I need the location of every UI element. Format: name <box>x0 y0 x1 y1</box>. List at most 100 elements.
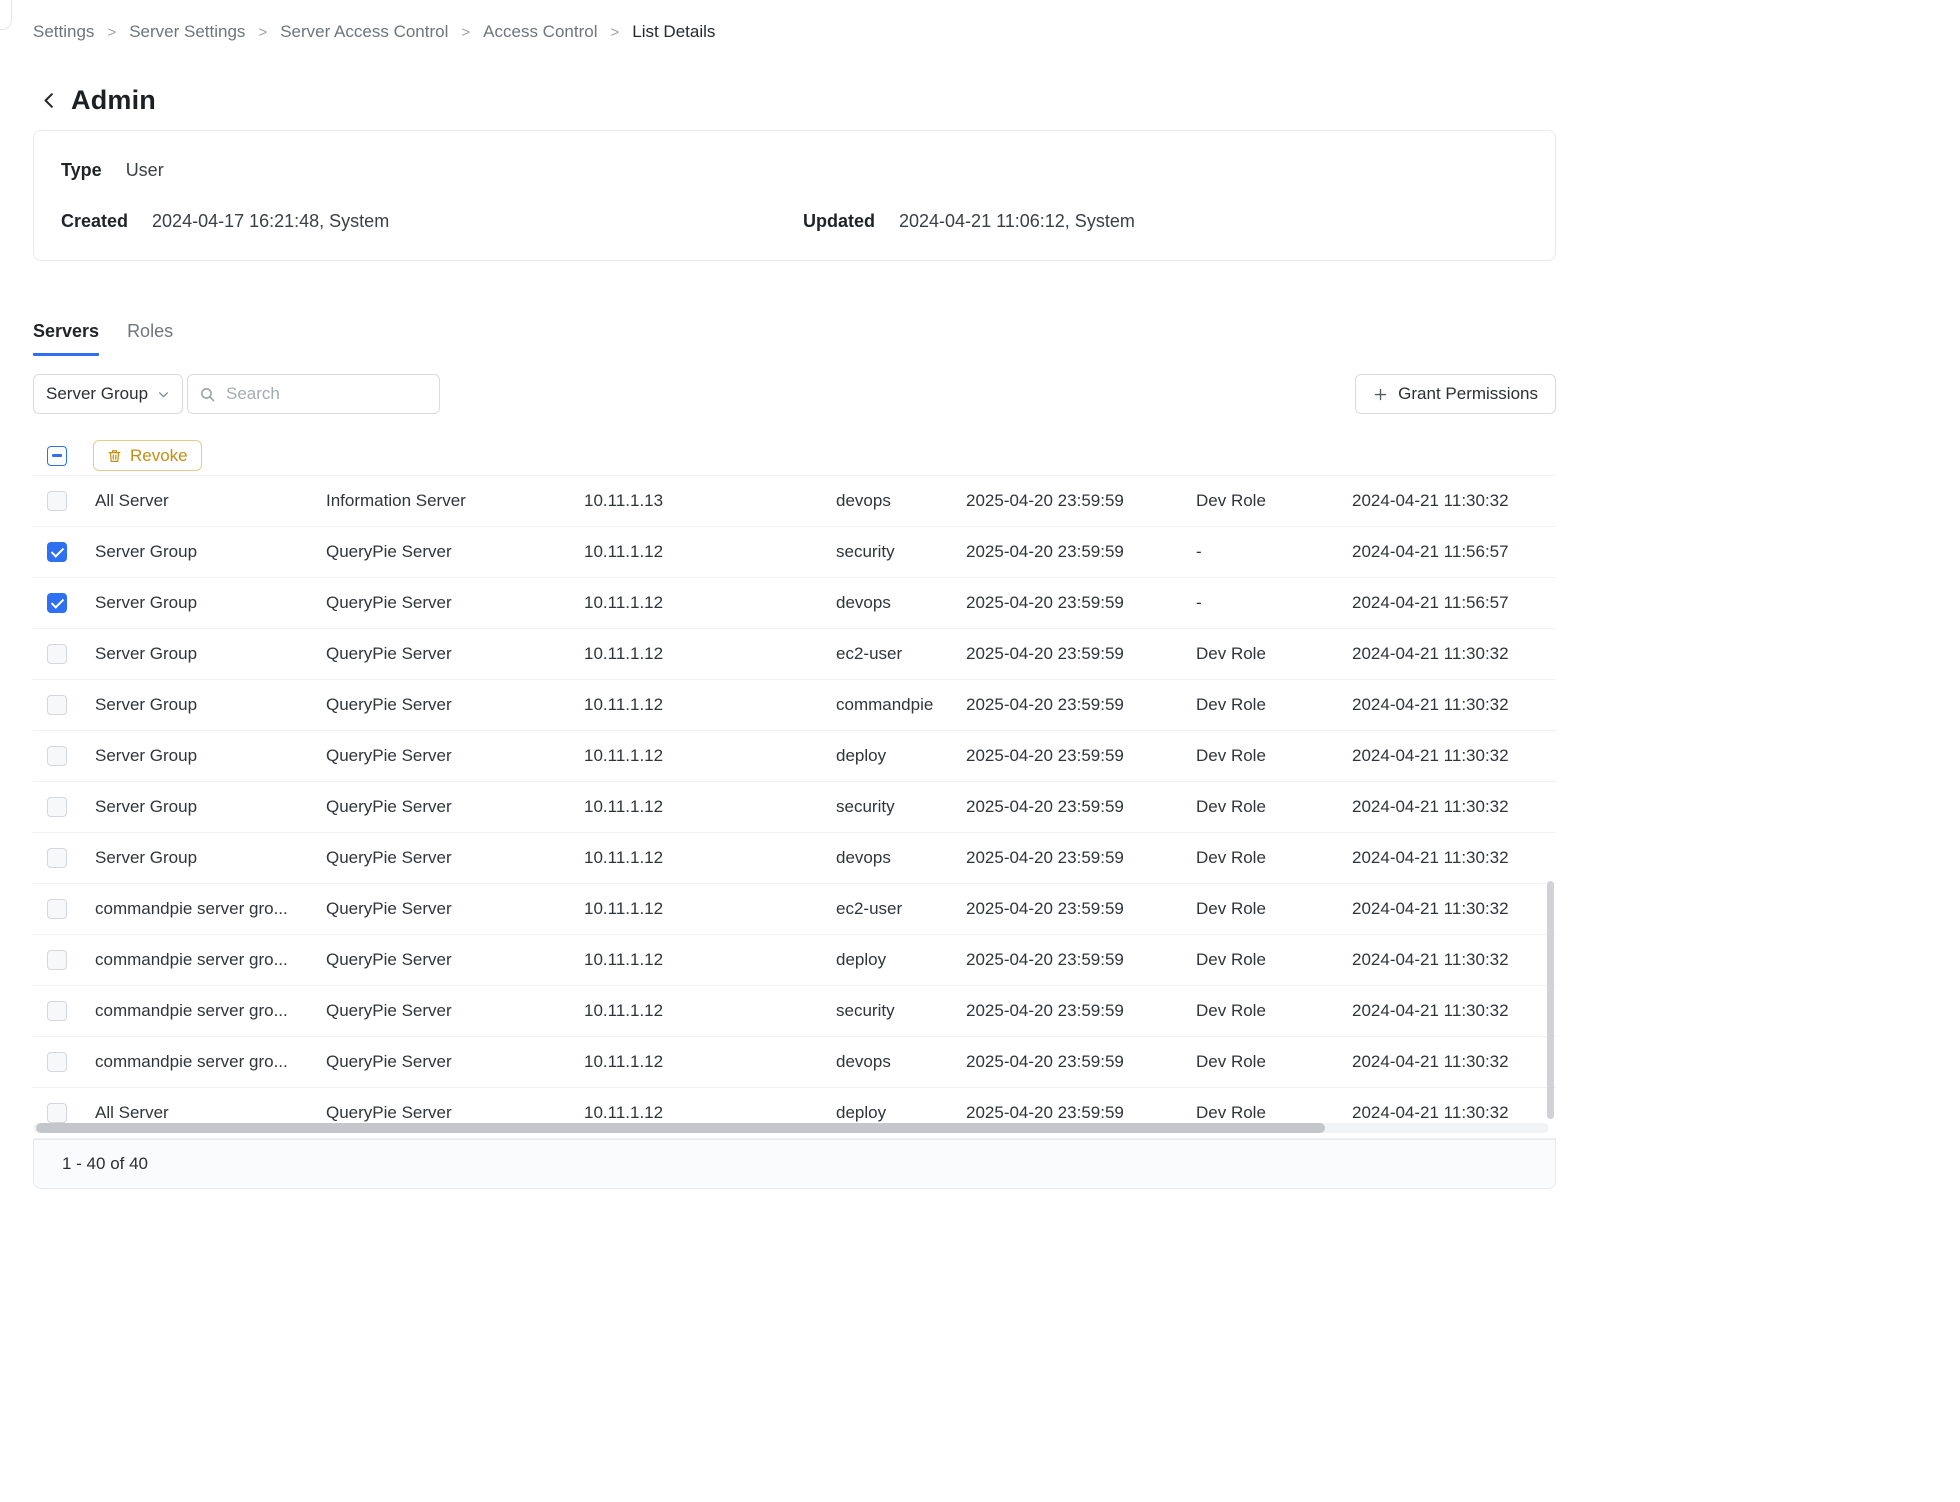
table-row: commandpie server gro... QueryPie Server… <box>33 986 1556 1037</box>
cell-server-group: commandpie server gro... <box>95 950 326 970</box>
cell-server-group: Server Group <box>95 695 326 715</box>
row-checkbox[interactable] <box>47 542 67 562</box>
row-checkbox[interactable] <box>47 1103 67 1123</box>
grant-permissions-button[interactable]: Grant Permissions <box>1355 374 1556 414</box>
cell-role: Dev Role <box>1196 746 1352 766</box>
cell-server-group: All Server <box>95 491 326 511</box>
table-row: commandpie server gro... QueryPie Server… <box>33 1037 1556 1088</box>
horizontal-scrollbar[interactable] <box>33 1123 1549 1133</box>
cell-role: Dev Role <box>1196 848 1352 868</box>
search-icon <box>199 386 216 403</box>
select-all-checkbox[interactable] <box>47 446 67 466</box>
breadcrumb-separator: > <box>107 24 116 41</box>
cell-account: devops <box>836 1052 966 1072</box>
content: Settings > Server Settings > Server Acce… <box>33 0 1556 1189</box>
cell-ip-address: 10.11.1.12 <box>584 1001 836 1021</box>
cell-granted-date: 2024-04-21 11:56:57 <box>1352 542 1556 562</box>
cell-server-group: Server Group <box>95 746 326 766</box>
table-row: Server Group QueryPie Server 10.11.1.12 … <box>33 833 1556 884</box>
updated-label: Updated <box>803 208 875 234</box>
cell-account: deploy <box>836 950 966 970</box>
breadcrumb-item-list-details: List Details <box>632 22 715 42</box>
breadcrumb-item-settings[interactable]: Settings <box>33 22 94 42</box>
cell-server-group: commandpie server gro... <box>95 1001 326 1021</box>
cell-expiry-date: 2025-04-20 23:59:59 <box>966 491 1196 511</box>
cell-expiry-date: 2025-04-20 23:59:59 <box>966 1103 1196 1123</box>
plus-icon <box>1373 387 1388 402</box>
cell-account: security <box>836 797 966 817</box>
cell-role: Dev Role <box>1196 695 1352 715</box>
row-checkbox[interactable] <box>47 899 67 919</box>
tabs: Servers Roles <box>33 321 1556 356</box>
cell-server-group: Server Group <box>95 848 326 868</box>
cell-server-name: QueryPie Server <box>326 746 584 766</box>
breadcrumb-item-server-settings[interactable]: Server Settings <box>129 22 245 42</box>
cell-server-group: Server Group <box>95 542 326 562</box>
row-checkbox[interactable] <box>47 695 67 715</box>
table-row: Server Group QueryPie Server 10.11.1.12 … <box>33 680 1556 731</box>
cell-role: - <box>1196 593 1352 613</box>
row-checkbox[interactable] <box>47 593 67 613</box>
row-checkbox[interactable] <box>47 1052 67 1072</box>
vertical-scrollbar[interactable] <box>1547 881 1554 1119</box>
cell-granted-date: 2024-04-21 11:56:57 <box>1352 593 1556 613</box>
cell-expiry-date: 2025-04-20 23:59:59 <box>966 746 1196 766</box>
cell-server-group: Server Group <box>95 797 326 817</box>
search-box[interactable] <box>187 374 440 414</box>
row-checkbox[interactable] <box>47 1001 67 1021</box>
revoke-button[interactable]: Revoke <box>93 440 202 471</box>
cell-ip-address: 10.11.1.12 <box>584 1052 836 1072</box>
row-checkbox[interactable] <box>47 950 67 970</box>
grant-permissions-label: Grant Permissions <box>1398 384 1538 404</box>
tab-servers[interactable]: Servers <box>33 321 99 356</box>
row-checkbox[interactable] <box>47 848 67 868</box>
cell-account: devops <box>836 848 966 868</box>
cell-role: - <box>1196 542 1352 562</box>
cell-ip-address: 10.11.1.13 <box>584 491 836 511</box>
breadcrumb-item-access-control[interactable]: Access Control <box>483 22 597 42</box>
title-row: Admin <box>33 80 1556 120</box>
cell-ip-address: 10.11.1.12 <box>584 746 836 766</box>
cell-account: ec2-user <box>836 899 966 919</box>
cell-ip-address: 10.11.1.12 <box>584 848 836 868</box>
cell-ip-address: 10.11.1.12 <box>584 1103 836 1123</box>
cell-account: devops <box>836 593 966 613</box>
search-input[interactable] <box>224 383 428 405</box>
cell-server-group: Server Group <box>95 593 326 613</box>
server-group-select-value: Server Group <box>46 384 148 404</box>
panel-corner-fragment <box>0 0 12 30</box>
cell-ip-address: 10.11.1.12 <box>584 644 836 664</box>
cell-server-name: QueryPie Server <box>326 593 584 613</box>
cell-expiry-date: 2025-04-20 23:59:59 <box>966 797 1196 817</box>
table-row: Server Group QueryPie Server 10.11.1.12 … <box>33 578 1556 629</box>
cell-expiry-date: 2025-04-20 23:59:59 <box>966 950 1196 970</box>
cell-ip-address: 10.11.1.12 <box>584 593 836 613</box>
created-value: 2024-04-17 16:21:48, System <box>152 208 389 234</box>
cell-server-group: Server Group <box>95 644 326 664</box>
cell-role: Dev Role <box>1196 1103 1352 1123</box>
cell-role: Dev Role <box>1196 899 1352 919</box>
row-checkbox[interactable] <box>47 644 67 664</box>
cell-ip-address: 10.11.1.12 <box>584 950 836 970</box>
cell-ip-address: 10.11.1.12 <box>584 797 836 817</box>
row-checkbox[interactable] <box>47 491 67 511</box>
breadcrumb-separator: > <box>258 24 267 41</box>
type-value: User <box>126 157 164 183</box>
cell-granted-date: 2024-04-21 11:30:32 <box>1352 1052 1556 1072</box>
updated-value: 2024-04-21 11:06:12, System <box>899 208 1135 234</box>
cell-expiry-date: 2025-04-20 23:59:59 <box>966 695 1196 715</box>
cell-account: security <box>836 1001 966 1021</box>
breadcrumb-item-server-access-control[interactable]: Server Access Control <box>280 22 448 42</box>
table-row: Server Group QueryPie Server 10.11.1.12 … <box>33 731 1556 782</box>
tab-roles[interactable]: Roles <box>127 321 173 356</box>
row-checkbox[interactable] <box>47 797 67 817</box>
info-row-dates: Created 2024-04-17 16:21:48, System Upda… <box>61 208 1528 234</box>
back-button[interactable] <box>40 91 59 110</box>
page-title: Admin <box>71 85 156 116</box>
cell-server-name: QueryPie Server <box>326 1052 584 1072</box>
server-group-select[interactable]: Server Group <box>33 374 183 414</box>
cell-role: Dev Role <box>1196 950 1352 970</box>
row-checkbox[interactable] <box>47 746 67 766</box>
horizontal-scrollbar-thumb[interactable] <box>36 1123 1325 1133</box>
cell-account: devops <box>836 491 966 511</box>
